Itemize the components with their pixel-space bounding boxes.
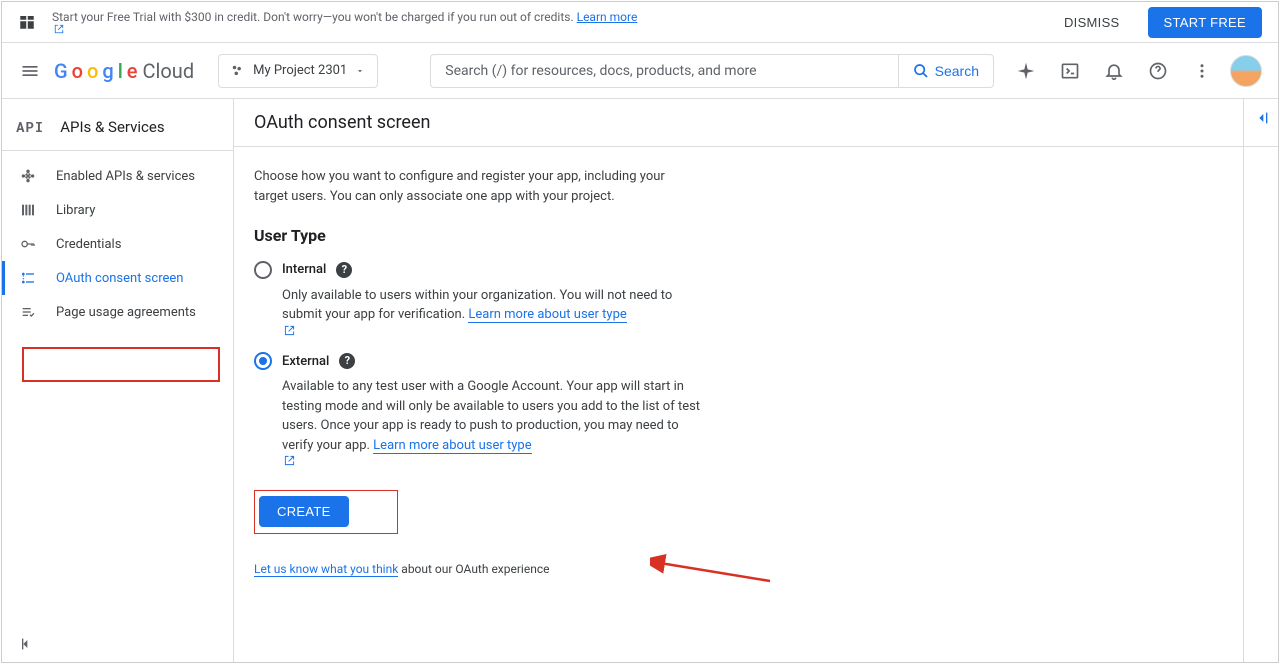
project-name: My Project 2301	[253, 63, 347, 78]
consent-icon	[18, 270, 38, 286]
library-icon	[18, 202, 38, 218]
page-title: OAuth consent screen	[234, 99, 1278, 147]
sidebar-item-enabled-apis[interactable]: Enabled APIs & services	[2, 159, 233, 193]
search-input[interactable]: Search (/) for resources, docs, products…	[430, 54, 897, 88]
project-picker[interactable]: My Project 2301	[218, 54, 378, 88]
nav-menu-button[interactable]	[18, 59, 42, 83]
project-icon	[231, 64, 245, 78]
radio-internal-row[interactable]: Internal ?	[254, 260, 934, 280]
gift-icon	[18, 13, 36, 31]
radio-external-label: External	[282, 352, 329, 372]
help-icon[interactable]	[1138, 51, 1178, 91]
internal-learn-more-link[interactable]: Learn more about user type	[468, 307, 626, 323]
sidebar-item-credentials[interactable]: Credentials	[2, 227, 233, 261]
create-button[interactable]: CREATE	[259, 496, 349, 527]
gemini-icon[interactable]	[1006, 51, 1046, 91]
right-panel-collapse-button[interactable]	[1254, 110, 1270, 126]
dismiss-button[interactable]: DISMISS	[1052, 7, 1132, 38]
banner-text: Start your Free Trial with $300 in credi…	[52, 10, 637, 34]
account-avatar[interactable]	[1230, 55, 1262, 87]
external-learn-more-link[interactable]: Learn more about user type	[373, 438, 531, 454]
radio-internal[interactable]	[254, 261, 272, 279]
sidebar-title: API APIs & Services	[2, 103, 233, 151]
sidebar-item-oauth-consent[interactable]: OAuth consent screen	[2, 261, 233, 295]
google-cloud-logo[interactable]: Google Cloud	[54, 59, 194, 83]
sidebar: API APIs & Services Enabled APIs & servi…	[2, 99, 234, 662]
radio-external-row[interactable]: External ?	[254, 352, 934, 372]
free-trial-banner: Start your Free Trial with $300 in credi…	[2, 2, 1278, 43]
caret-down-icon	[355, 66, 365, 76]
feedback-link[interactable]: Let us know what you think	[254, 562, 398, 577]
sidebar-item-page-usage[interactable]: Page usage agreements	[2, 295, 233, 329]
top-header: Google Cloud My Project 2301 Search (/) …	[2, 43, 1278, 99]
radio-external[interactable]	[254, 352, 272, 370]
sidebar-collapse-button[interactable]	[18, 636, 34, 652]
help-icon[interactable]: ?	[339, 353, 355, 369]
search-button[interactable]: Search	[898, 54, 994, 88]
more-icon[interactable]	[1182, 51, 1222, 91]
user-type-heading: User Type	[254, 224, 934, 248]
notifications-icon[interactable]	[1094, 51, 1134, 91]
external-description: Available to any test user with a Google…	[282, 377, 702, 466]
radio-internal-label: Internal	[282, 260, 326, 280]
main-content: OAuth consent screen Choose how you want…	[234, 99, 1278, 662]
feedback-row: Let us know what you think about our OAu…	[254, 560, 934, 578]
intro-text: Choose how you want to configure and reg…	[254, 167, 674, 206]
key-icon	[18, 236, 38, 252]
cloud-shell-icon[interactable]	[1050, 51, 1090, 91]
agreement-icon	[18, 304, 38, 320]
internal-description: Only available to users within your orga…	[282, 286, 682, 336]
sidebar-item-library[interactable]: Library	[2, 193, 233, 227]
diamond-icon	[18, 168, 38, 184]
start-free-button[interactable]: START FREE	[1148, 7, 1262, 38]
api-badge-icon: API	[16, 117, 44, 136]
help-icon[interactable]: ?	[336, 262, 352, 278]
